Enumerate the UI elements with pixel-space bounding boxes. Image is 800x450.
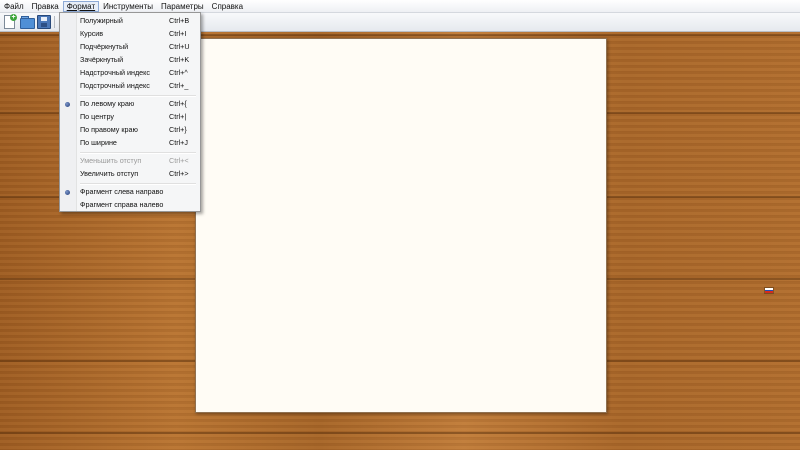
menu-item-label: По левому краю	[80, 99, 135, 108]
menu-item-label: Подчёркнутый	[80, 42, 129, 51]
menu-item-shortcut: Ctrl+J	[169, 138, 188, 147]
menu-format[interactable]: Формат	[62, 0, 100, 12]
menu-item-align-left[interactable]: По левому краю Ctrl+{	[60, 98, 200, 110]
menu-item-label: Увеличить отступ	[80, 169, 139, 178]
menu-item-shortcut: Ctrl+U	[169, 42, 190, 51]
radio-selected-icon	[65, 102, 70, 107]
menu-item-shortcut: Ctrl+<	[169, 156, 189, 165]
menu-item-align-center[interactable]: По центру Ctrl+|	[60, 111, 200, 123]
new-document-button[interactable]: +	[3, 14, 17, 29]
menu-edit[interactable]: Правка	[28, 1, 63, 12]
open-file-button[interactable]	[20, 15, 35, 29]
menu-item-bold[interactable]: Полужирный Ctrl+B	[60, 15, 200, 27]
menu-item-subscript[interactable]: Подстрочный индекс Ctrl+_	[60, 80, 200, 92]
save-button[interactable]	[37, 15, 51, 29]
menu-item-increase-indent[interactable]: Увеличить отступ Ctrl+>	[60, 168, 200, 180]
disk-slot-icon	[41, 23, 47, 27]
menu-item-label: По правому краю	[80, 125, 138, 134]
menu-tools[interactable]: Инструменты	[99, 1, 157, 12]
russian-flag-icon[interactable]	[764, 287, 774, 294]
menu-item-shortcut: Ctrl+{	[169, 99, 187, 108]
flag-stripe	[765, 291, 773, 293]
menu-file[interactable]: Файл	[0, 1, 28, 12]
menu-help[interactable]: Справка	[208, 1, 247, 12]
menu-item-strikethrough[interactable]: Зачёркнутый Ctrl+K	[60, 54, 200, 66]
menu-item-rtl[interactable]: Фрагмент справа налево	[60, 199, 200, 211]
menu-options[interactable]: Параметры	[157, 1, 208, 12]
open-folder-icon	[20, 18, 35, 29]
save-disk-icon	[37, 15, 51, 29]
plus-icon: +	[10, 14, 17, 21]
menu-item-shortcut: Ctrl+^	[169, 68, 188, 77]
menu-item-label: Уменьшить отступ	[80, 156, 142, 165]
menu-separator	[80, 183, 196, 185]
menu-item-shortcut: Ctrl+}	[169, 125, 187, 134]
menu-item-label: Подстрочный индекс	[80, 81, 150, 90]
radio-selected-icon	[65, 190, 70, 195]
menu-item-label: Курсив	[80, 29, 104, 38]
menu-separator	[80, 152, 196, 154]
menu-separator	[80, 95, 196, 97]
disk-label-icon	[41, 17, 47, 21]
menu-item-label: По центру	[80, 112, 114, 121]
menu-item-label: Зачёркнутый	[80, 55, 124, 64]
toolbar-separator	[54, 16, 55, 28]
menu-item-label: Фрагмент слева направо	[80, 187, 164, 196]
format-dropdown-menu: Полужирный Ctrl+B Курсив Ctrl+I Подчёркн…	[59, 12, 201, 212]
menu-item-shortcut: Ctrl+|	[169, 112, 187, 121]
menu-item-label: Надстрочный индекс	[80, 68, 150, 77]
wood-plank-seam	[0, 432, 800, 434]
menu-item-label: Полужирный	[80, 16, 123, 25]
menu-item-ltr[interactable]: Фрагмент слева направо	[60, 186, 200, 198]
menu-item-italic[interactable]: Курсив Ctrl+I	[60, 28, 200, 40]
menu-item-decrease-indent: Уменьшить отступ Ctrl+<	[60, 155, 200, 167]
menu-item-shortcut: Ctrl+K	[169, 55, 190, 64]
menu-item-underline[interactable]: Подчёркнутый Ctrl+U	[60, 41, 200, 53]
menu-item-justify[interactable]: По ширине Ctrl+J	[60, 137, 200, 149]
menu-item-shortcut: Ctrl+B	[169, 16, 190, 25]
menu-item-align-right[interactable]: По правому краю Ctrl+}	[60, 124, 200, 136]
document-page[interactable]	[195, 38, 607, 413]
menu-item-shortcut: Ctrl+_	[169, 81, 189, 90]
menu-item-label: По ширине	[80, 138, 117, 147]
menu-item-superscript[interactable]: Надстрочный индекс Ctrl+^	[60, 67, 200, 79]
menu-item-label: Фрагмент справа налево	[80, 200, 164, 209]
menu-item-shortcut: Ctrl+I	[169, 29, 187, 38]
menu-item-shortcut: Ctrl+>	[169, 169, 189, 178]
